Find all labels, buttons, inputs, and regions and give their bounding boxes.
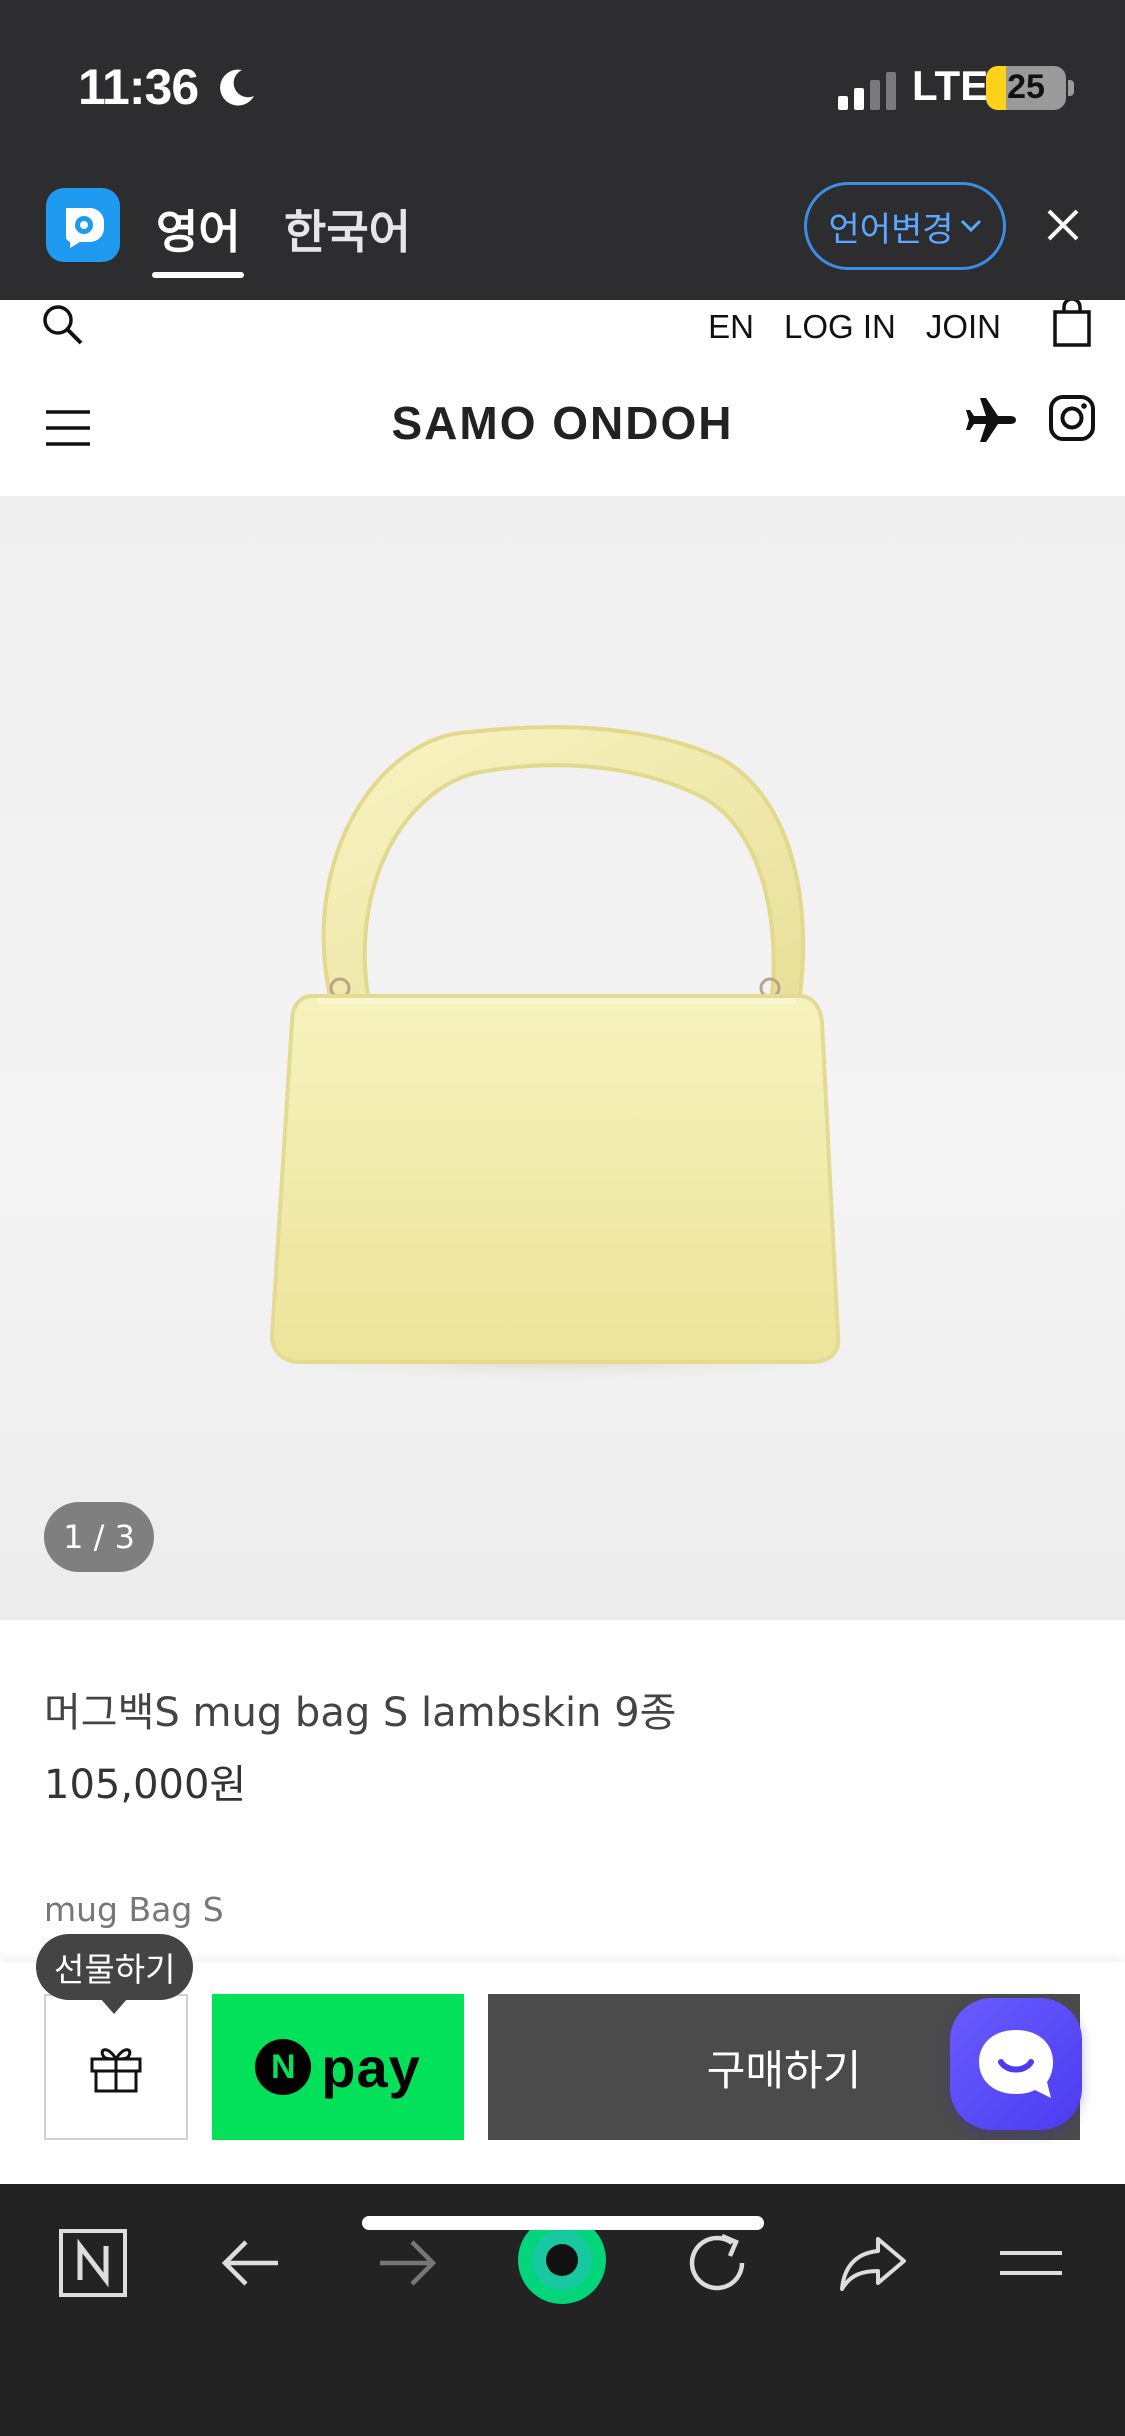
airplane-icon[interactable] [964, 392, 1020, 448]
gift-icon [90, 2048, 142, 2093]
product-price: 105,000원 [44, 1762, 247, 1808]
brand-title[interactable]: SAMO ONDOH [0, 396, 1125, 450]
forward-arrow-icon[interactable] [362, 2218, 452, 2308]
gift-button[interactable] [44, 1994, 188, 2140]
chat-bubble-icon [979, 2030, 1053, 2098]
close-icon[interactable] [1046, 208, 1080, 242]
chevron-down-icon [960, 219, 981, 233]
change-language-label: 언어변경 [828, 209, 954, 250]
status-time: 11:36 [78, 59, 199, 115]
battery-tip [1068, 80, 1074, 96]
yellow-bag-image [225, 725, 885, 1384]
instagram-icon[interactable] [1048, 394, 1096, 442]
top-links: EN LOG IN JOIN [708, 308, 1001, 346]
login-link[interactable]: LOG IN [784, 308, 896, 346]
change-language-button[interactable]: 언어변경 [804, 182, 1006, 270]
network-label: LTE [912, 62, 989, 109]
active-tab-underline [152, 272, 244, 278]
gift-tooltip: 선물하기 [36, 1934, 194, 2014]
status-bar: 11:36 LTE 25 [0, 0, 1125, 150]
naver-home-icon[interactable] [48, 2218, 138, 2308]
tab-english[interactable]: 영어 [156, 196, 241, 262]
npay-label: pay [321, 2035, 421, 2099]
product-subtitle: mug Bag S [44, 1890, 224, 1929]
product-name: 머그백S mug bag S lambskin 9종 [44, 1690, 677, 1736]
translate-bar: 영어 한국어 언어변경 [0, 150, 1125, 300]
site-header: EN LOG IN JOIN SAMO ONDOH [0, 300, 1125, 496]
battery-indicator: 25 [986, 66, 1066, 110]
refresh-icon[interactable] [672, 2218, 762, 2308]
chat-button[interactable] [950, 1998, 1082, 2130]
naver-n-icon: N [255, 2039, 312, 2095]
npay-button[interactable]: N pay [212, 1994, 464, 2140]
image-counter-badge: 1 / 3 [44, 1502, 154, 1572]
moon-icon [220, 69, 254, 106]
product-image[interactable]: 1 / 3 [0, 496, 1125, 1620]
back-arrow-icon[interactable] [206, 2218, 296, 2308]
join-link[interactable]: JOIN [926, 308, 1001, 346]
home-indicator [362, 2216, 764, 2230]
papago-logo-icon [46, 188, 120, 262]
tab-korean[interactable]: 한국어 [284, 196, 411, 262]
search-icon[interactable] [40, 302, 84, 346]
language-link[interactable]: EN [708, 308, 754, 346]
menu-icon[interactable] [986, 2218, 1076, 2308]
signal-icon [838, 72, 896, 110]
share-icon[interactable] [828, 2218, 918, 2308]
battery-level: 25 [1007, 68, 1045, 106]
purchase-bar: 선물하기 N pay 구매하기 [0, 1934, 1125, 2184]
cart-bag-icon[interactable] [1052, 300, 1092, 348]
